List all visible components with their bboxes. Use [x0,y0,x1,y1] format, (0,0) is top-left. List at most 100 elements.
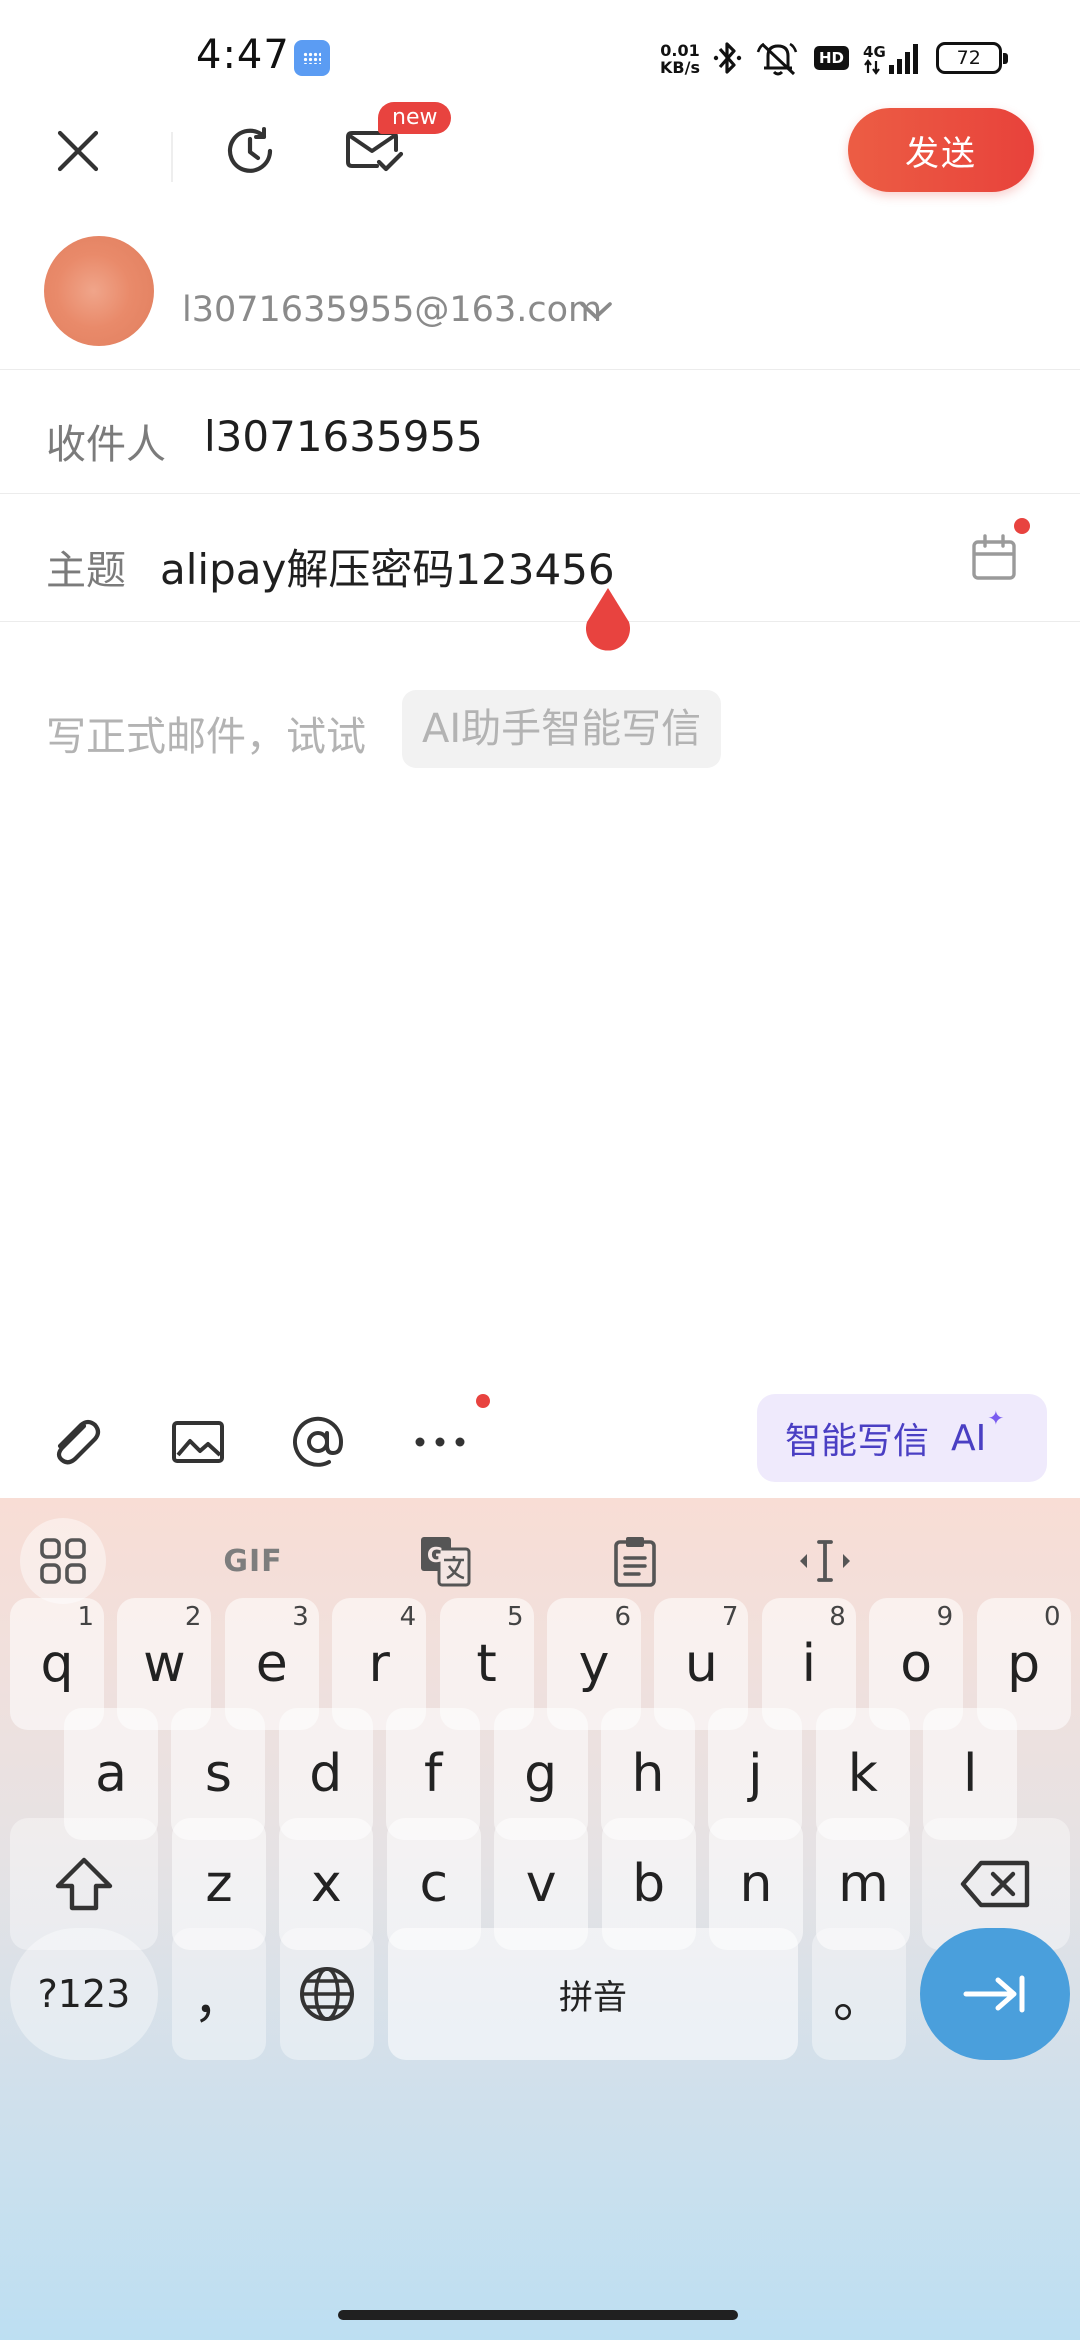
more-dots-icon [415,1437,465,1447]
keyboard-apps-button[interactable] [20,1518,106,1604]
history-button[interactable] [212,108,288,194]
clipboard-button[interactable] [592,1518,678,1604]
body-placeholder[interactable]: 写正式邮件，试试 [46,704,366,762]
recipient-field-row[interactable]: 收件人 l3071635955 [0,370,1080,494]
image-icon [172,1421,224,1463]
recipient-value[interactable]: l3071635955 [204,412,483,461]
text-cursor-handle[interactable] [580,586,636,654]
subject-label: 主题 [46,548,126,594]
enter-key[interactable] [920,1928,1070,2060]
soft-keyboard: GIF G q1w2e3r4t5y6u7i8o9p0asdfghjklzxc v… [0,1498,1080,2340]
key-hint: 5 [507,1602,524,1632]
signal-bars-icon [888,44,918,74]
network-speed-unit: KB/s [660,58,700,77]
key-u-label: u [684,1634,718,1694]
gif-button[interactable]: GIF [210,1518,296,1604]
ai-assistant-chip[interactable]: AI助手智能写信 [402,690,722,768]
paperclip-icon [56,1419,101,1465]
chevron-down-icon[interactable] [578,300,614,322]
key-w-label: w [143,1634,186,1694]
battery-level: 72 [956,47,981,69]
space-key-label: 拼音 [559,1977,627,2018]
key-n-label: n [739,1854,773,1914]
recipient-label: 收件人 [46,422,166,468]
symbols-key[interactable]: ?123 [10,1928,158,2060]
key-hint: 0 [1044,1602,1061,1632]
key-c-label: c [419,1854,449,1914]
period-key[interactable]: 。 [812,1928,906,2060]
key-t-label: t [476,1634,497,1694]
more-notification-dot [476,1394,490,1408]
svg-text:G: G [427,1543,443,1567]
home-indicator[interactable] [338,2310,738,2320]
key-hint: 6 [614,1602,631,1632]
image-button[interactable] [166,1410,230,1474]
key-s-label: s [204,1744,232,1804]
translate-icon: G [421,1537,471,1587]
keyboard-app-icon [294,40,330,76]
key-v-label: v [525,1854,557,1914]
key-hint: 7 [721,1602,739,1632]
calendar-icon[interactable] [966,530,1022,586]
gif-label: GIF [223,1543,283,1579]
comma-key[interactable]: ， [172,1928,266,2060]
close-button[interactable] [40,108,116,194]
status-bar: 4:47 0.01 KB/s HD 4G 72 [0,0,1080,110]
sender-row[interactable]: l3071635955@163.com [0,228,1080,370]
key-b-label: b [632,1854,666,1914]
key-l-label: l [962,1744,978,1804]
cellular-signal: 4G [863,41,922,75]
grid-icon [40,1538,86,1584]
key-x-label: x [311,1854,342,1914]
ai-write-button[interactable]: 智能写信 AI ✦ [757,1394,1047,1482]
key-i-label: i [801,1634,817,1694]
at-sign-icon [293,1416,344,1467]
tab-arrow-icon [963,1975,1025,2013]
status-time: 4:47 [196,32,290,78]
compose-toolbar: new 发送 [0,102,1080,228]
battery-indicator: 72 [935,42,1008,74]
cursor-move-button[interactable] [782,1518,868,1604]
key-p-label: p [1007,1634,1041,1694]
status-icons: HD 4G 72 [712,36,1008,80]
comma-key-label: ， [192,1969,245,2030]
schedule-notification-dot [1014,518,1030,534]
sender-email: l3071635955@163.com [182,290,603,330]
bluetooth-icon [713,42,742,74]
key-r-label: r [368,1634,390,1694]
text-cursor-icon [800,1540,850,1582]
key-f-label: f [424,1744,443,1804]
language-key[interactable] [280,1928,374,2060]
key-hint: 4 [399,1602,417,1632]
attachment-button[interactable] [44,1410,108,1474]
subject-field-row[interactable]: 主题 alipay解压密码123456 [0,494,1080,622]
key-o-label: o [900,1634,933,1694]
clock-icon [227,127,273,173]
hd-badge: HD [814,46,850,70]
key-y-label: y [578,1634,610,1694]
more-button[interactable] [408,1410,472,1474]
key-k-label: k [847,1744,878,1804]
period-key-label: 。 [832,1969,885,2030]
clipboard-icon [614,1537,656,1587]
data-arrows-icon [864,59,880,75]
key-hint: 9 [936,1602,954,1632]
send-button[interactable]: 发送 [848,108,1034,192]
subject-input[interactable]: alipay解压密码123456 [160,536,615,597]
key-hint: 3 [292,1602,309,1632]
key-hint: 8 [829,1602,846,1632]
mention-button[interactable] [286,1410,350,1474]
ai-logo-text: AI [951,1417,987,1459]
key-g-label: g [524,1744,558,1804]
mute-bell-icon [756,42,798,76]
close-icon [57,130,99,172]
key-j-label: j [748,1744,763,1804]
sparkle-icon: ✦ [987,1405,1005,1430]
network-type: 4G [863,43,886,61]
ai-write-label: 智能写信 [785,1421,930,1462]
key-q-label: q [40,1634,74,1694]
backspace-icon [960,1860,1030,1908]
space-key[interactable]: 拼音 [388,1928,798,2060]
translate-button[interactable]: G [402,1518,488,1604]
key-hint: 2 [184,1602,202,1632]
